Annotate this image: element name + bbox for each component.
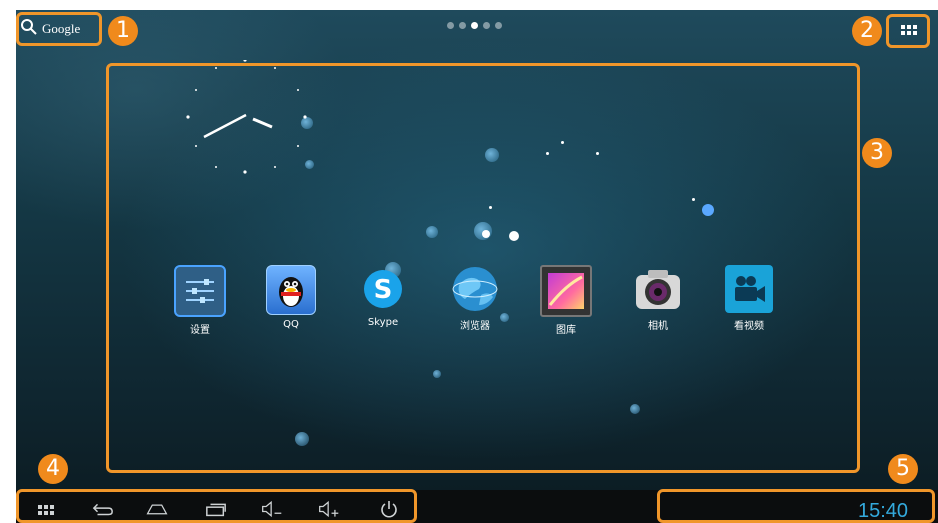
callout-number: 5 <box>888 454 918 484</box>
callout-box-status <box>657 489 935 523</box>
callout-box-navbar <box>16 489 417 523</box>
callout-number: 1 <box>108 16 138 46</box>
callout-number: 3 <box>862 138 892 168</box>
page-dot <box>447 22 454 29</box>
page-dot <box>483 22 490 29</box>
callout-box-workspace <box>106 63 860 473</box>
callout-number: 4 <box>38 454 68 484</box>
callout-box-apps <box>886 14 930 48</box>
page-dot <box>459 22 466 29</box>
page-indicator <box>447 22 502 29</box>
callout-number: 2 <box>852 16 882 46</box>
callout-box-search <box>16 12 102 46</box>
page-dot <box>495 22 502 29</box>
page-dot-active <box>471 22 478 29</box>
